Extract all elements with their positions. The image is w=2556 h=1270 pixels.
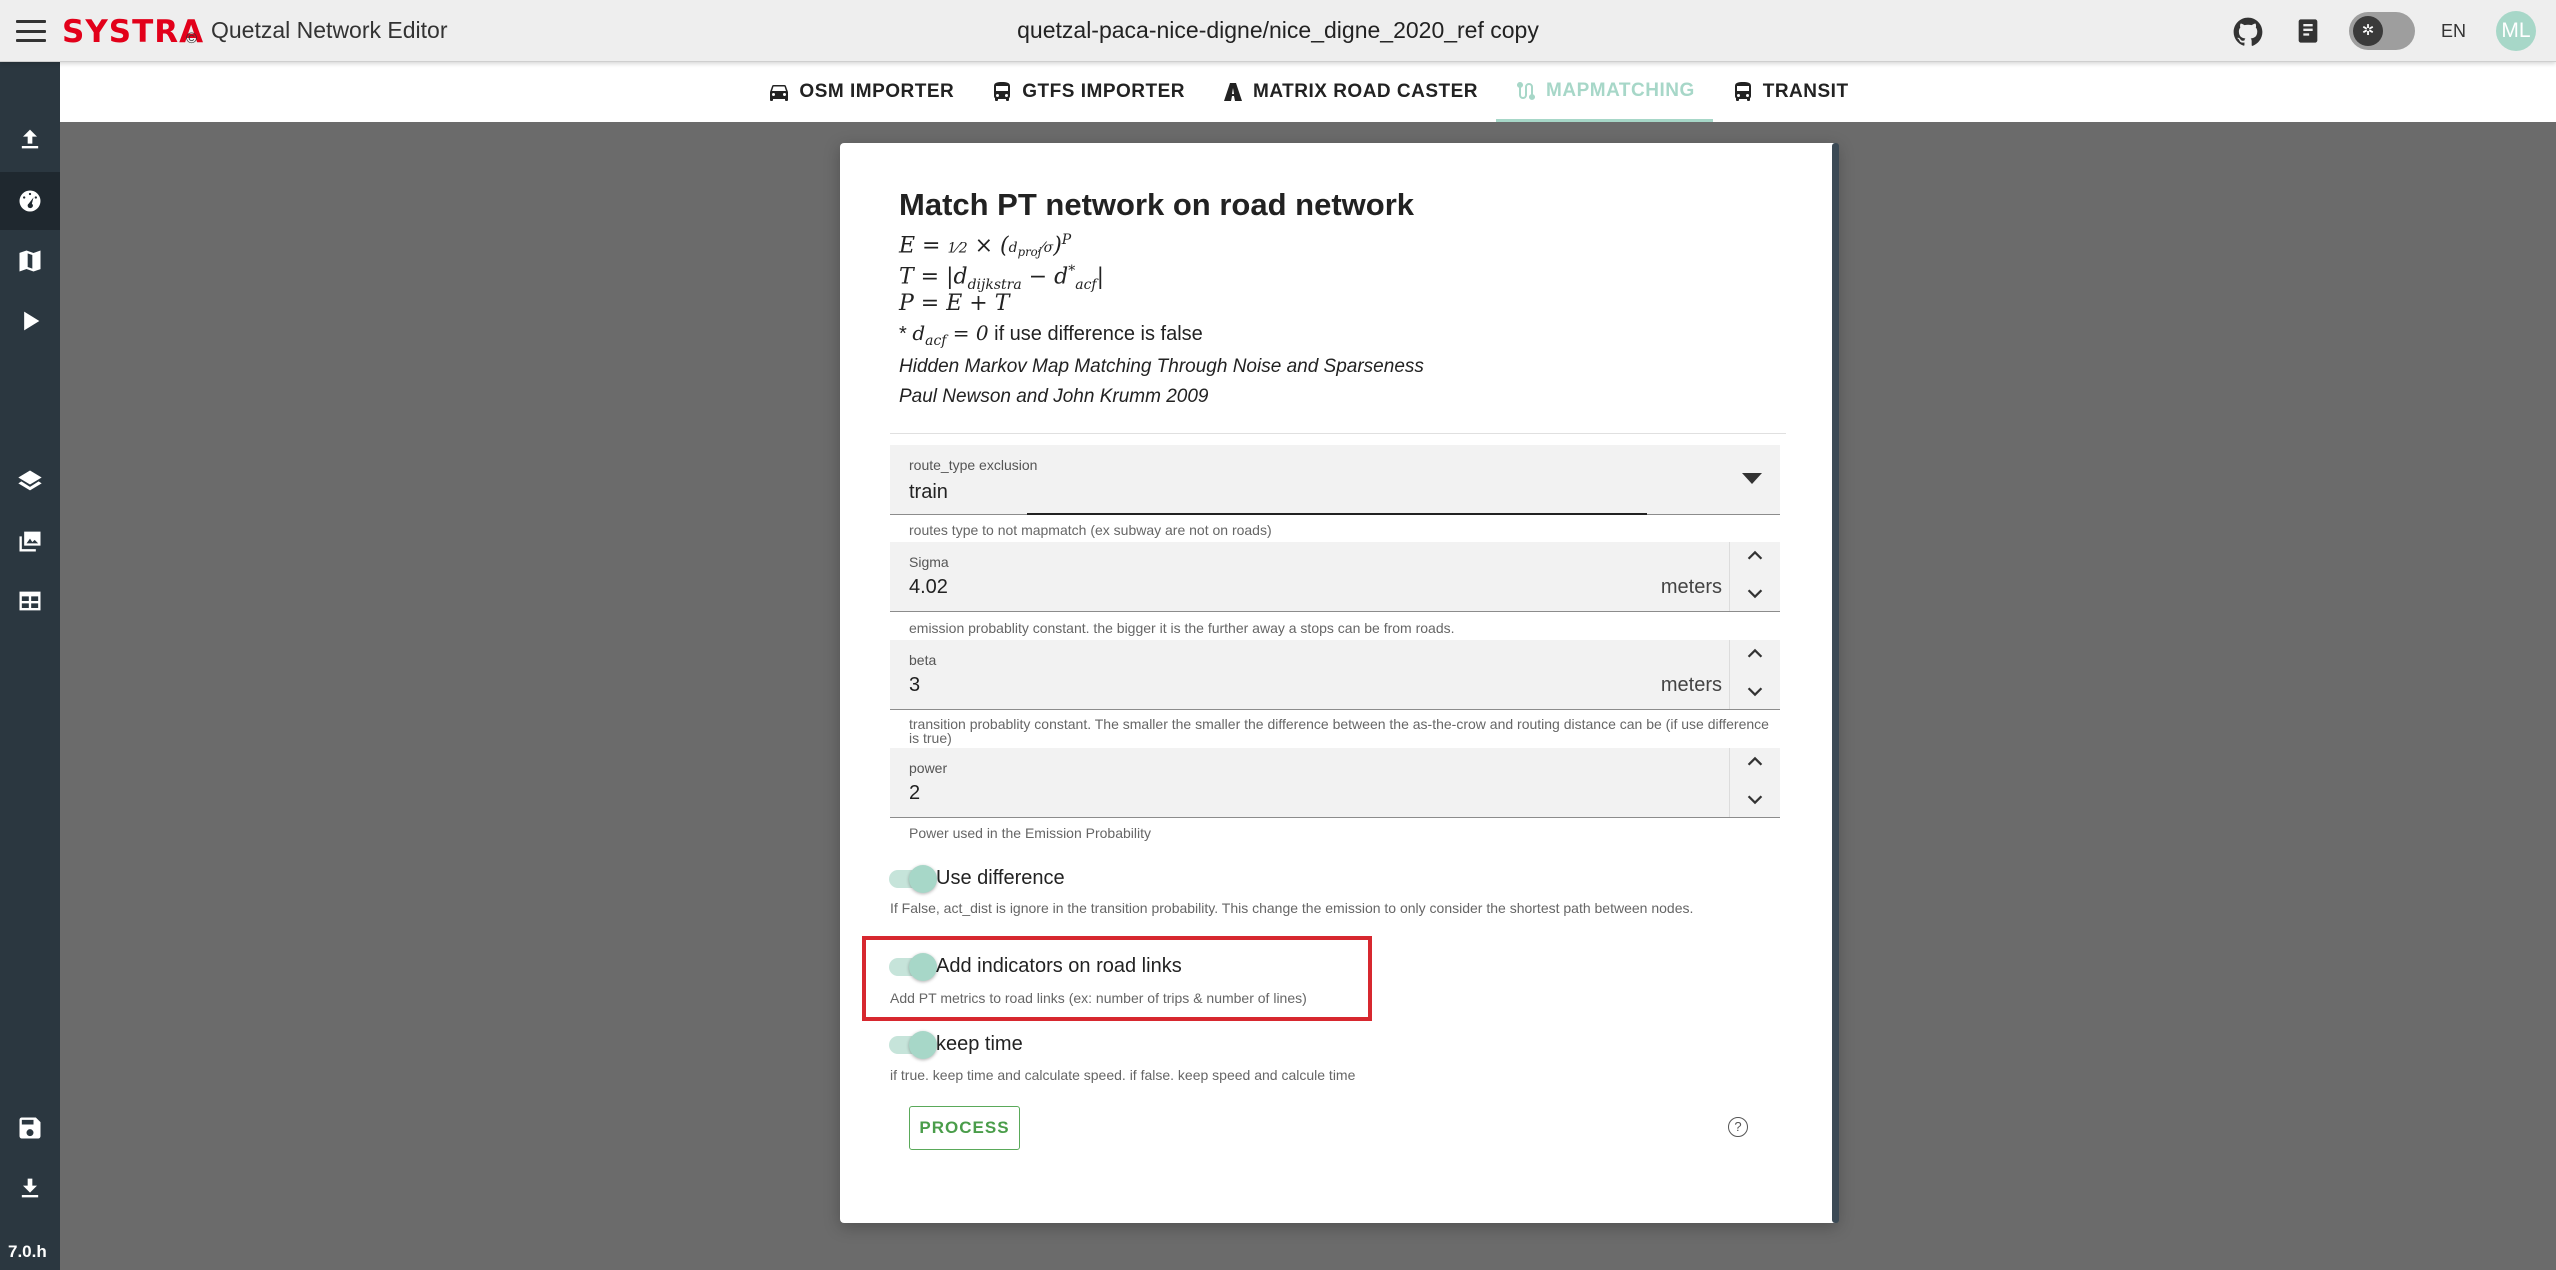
tab-label: TRANSIT: [1762, 81, 1849, 102]
tab-mapmatching[interactable]: MAPMATCHING: [1496, 62, 1713, 122]
avatar[interactable]: ML: [2496, 11, 2536, 51]
github-icon[interactable]: [2233, 17, 2263, 47]
help-icon[interactable]: ?: [1728, 1117, 1748, 1137]
note-text: if use difference is false: [994, 323, 1203, 345]
keep-time-switch[interactable]: [889, 1031, 937, 1059]
route-type-hint: routes type to not mapmatch (ex subway a…: [909, 522, 1272, 538]
bus-icon: [994, 82, 1011, 101]
dialog-scrollbar[interactable]: [1832, 143, 1839, 1223]
dialog-title: Match PT network on road network: [899, 187, 1414, 222]
beta-field[interactable]: beta 3 meters: [890, 640, 1780, 710]
chevron-up-icon[interactable]: [1744, 643, 1766, 665]
add-indicators-hint: Add PT metrics to road links (ex: number…: [890, 990, 1307, 1006]
sigma-hint: emission probablity constant. the bigger…: [909, 620, 1455, 636]
use-difference-label: Use difference: [936, 867, 1065, 889]
keep-time-label: keep time: [936, 1033, 1023, 1055]
chevron-down-icon[interactable]: [1744, 582, 1766, 604]
sigma-value: 4.02: [909, 576, 948, 598]
formula-note: * dacf = 0 if use difference is false: [899, 321, 1203, 349]
car-icon: [770, 85, 789, 101]
gallery-icon[interactable]: [0, 512, 60, 570]
use-difference-hint: If False, act_dist is ignore in the tran…: [890, 900, 1694, 916]
add-indicators-label: Add indicators on road links: [936, 955, 1182, 977]
map-icon[interactable]: [0, 232, 60, 290]
divider: [890, 433, 1786, 434]
power-label: power: [909, 760, 948, 776]
process-button[interactable]: PROCESS: [909, 1106, 1020, 1150]
tab-label: MAPMATCHING: [1546, 79, 1695, 101]
language-selector[interactable]: EN: [2441, 21, 2466, 42]
tab-label: GTFS IMPORTER: [1022, 81, 1185, 102]
sigma-field[interactable]: Sigma 4.02 meters: [890, 542, 1780, 612]
beta-label: beta: [909, 652, 937, 668]
switch-knob: [909, 953, 937, 981]
dropdown-arrow-icon[interactable]: [1742, 473, 1762, 484]
tab-label: OSM IMPORTER: [799, 81, 955, 102]
sigma-label: Sigma: [909, 554, 949, 570]
power-hint: Power used in the Emission Probability: [909, 825, 1152, 841]
chevron-up-icon[interactable]: [1744, 545, 1766, 567]
power-value: 2: [909, 782, 921, 804]
select-underline: [1027, 513, 1647, 515]
route-icon: [1517, 81, 1536, 100]
highlight-box: [862, 936, 1372, 1021]
mapmatching-dialog: Match PT network on road network E = 1⁄2…: [840, 143, 1838, 1223]
beta-value: 3: [909, 674, 921, 696]
theme-toggle[interactable]: ✲: [2349, 12, 2415, 50]
formula-transition: T = |ddijkstra − d*acf|: [899, 263, 1105, 293]
app-version: 7.0.h: [8, 1242, 47, 1261]
formula-probability: P = E + T: [899, 291, 1010, 316]
upload-icon[interactable]: [0, 110, 60, 168]
beta-hint: transition probablity constant. The smal…: [909, 716, 1769, 746]
tab-osm-importer[interactable]: OSM IMPORTER: [749, 62, 972, 122]
chevron-up-icon[interactable]: [1744, 751, 1766, 773]
note-prefix: *: [899, 323, 907, 345]
stepper-divider: [1729, 542, 1730, 611]
sun-icon: ✲: [2353, 16, 2383, 46]
save-icon[interactable]: [0, 1099, 60, 1157]
reference-title: Hidden Markov Map Matching Through Noise…: [899, 356, 1424, 377]
tool-tabs: OSM IMPORTER GTFS IMPORTER MATRIX ROAD C…: [60, 62, 2556, 122]
route-type-label: route_type exclusion: [909, 457, 1038, 473]
tab-matrix-road-caster[interactable]: MATRIX ROAD CASTER: [1203, 62, 1496, 122]
route-type-value: train: [909, 481, 948, 503]
beta-unit: meters: [1660, 674, 1722, 696]
chevron-down-icon[interactable]: [1744, 680, 1766, 702]
power-field[interactable]: power 2: [890, 748, 1780, 818]
sigma-unit: meters: [1660, 576, 1722, 598]
tab-transit[interactable]: TRANSIT: [1713, 62, 1867, 122]
tab-label: MATRIX ROAD CASTER: [1253, 81, 1479, 102]
dashboard-icon[interactable]: [0, 172, 60, 230]
sidebar: 7.0.h: [0, 62, 60, 1270]
book-icon[interactable]: [2294, 16, 2322, 46]
switch-knob: [909, 1031, 937, 1059]
stepper-divider: [1729, 640, 1730, 709]
table-icon[interactable]: [0, 572, 60, 630]
download-icon[interactable]: [0, 1159, 60, 1217]
bus-icon: [1734, 82, 1751, 101]
route-type-select[interactable]: route_type exclusion train: [890, 445, 1780, 515]
reference-authors: Paul Newson and John Krumm 2009: [899, 386, 1209, 407]
keep-time-hint: if true. keep time and calculate speed. …: [890, 1067, 1356, 1083]
play-icon[interactable]: [0, 292, 60, 350]
project-title: quetzal-paca-nice-digne/nice_digne_2020_…: [1017, 17, 1539, 43]
tab-gtfs-importer[interactable]: GTFS IMPORTER: [972, 62, 1203, 122]
stepper-divider: [1729, 748, 1730, 817]
road-icon: [1224, 83, 1242, 101]
top-app-bar: SYSTRA © Quetzal Network Editor quetzal-…: [0, 0, 2556, 62]
use-difference-switch[interactable]: [889, 865, 937, 893]
formula-emission: E = 1⁄2 × (dproj⁄σ)P: [899, 232, 1072, 260]
chevron-down-icon[interactable]: [1744, 788, 1766, 810]
switch-knob: [909, 865, 937, 893]
layers-icon[interactable]: [0, 452, 60, 510]
add-indicators-switch[interactable]: [889, 953, 937, 981]
